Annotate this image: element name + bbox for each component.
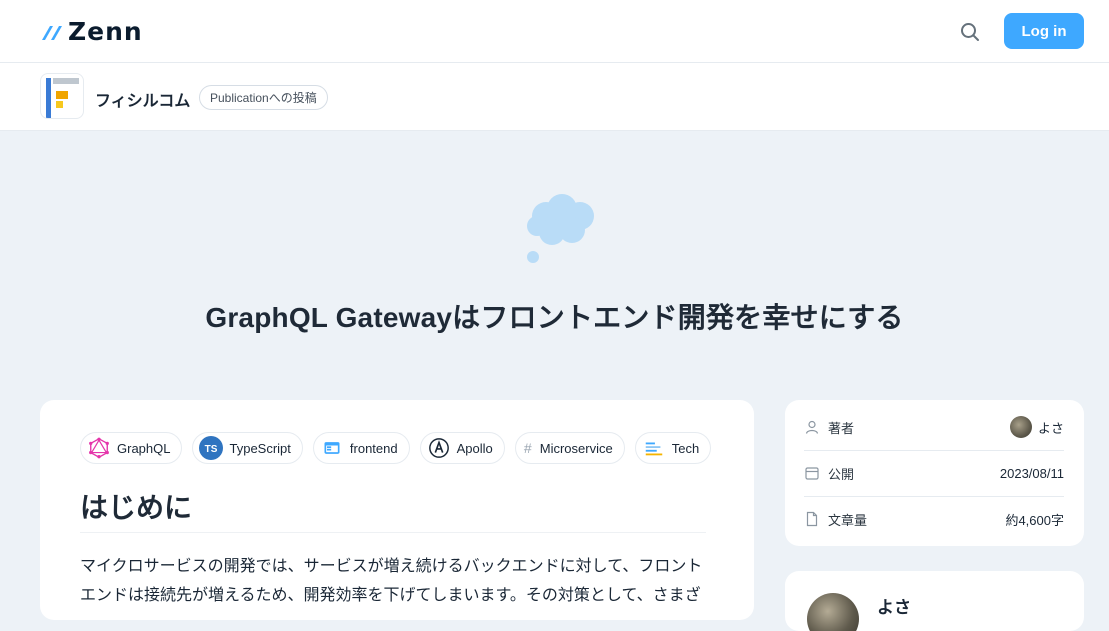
- frontend-icon: [320, 436, 344, 460]
- author-name: よさ: [1037, 420, 1064, 436]
- author-avatar: [1009, 416, 1032, 438]
- publication-badge: Publicationへの投稿: [199, 85, 328, 110]
- topic-microservice[interactable]: # Microservice: [514, 432, 625, 464]
- info-label-published: 公開: [804, 464, 854, 483]
- topic-label: Tech: [671, 440, 700, 456]
- info-row-author: 著者 よさ: [804, 404, 1064, 450]
- published-label: 公開: [828, 466, 855, 482]
- topic-list: GraphQL TS TypeScript frontend Apollo # …: [80, 432, 712, 464]
- topic-apollo[interactable]: Apollo: [419, 432, 505, 464]
- topic-graphql[interactable]: GraphQL: [80, 432, 183, 464]
- topic-label: Apollo: [456, 440, 493, 456]
- typescript-icon: TS: [199, 436, 224, 460]
- topic-label: GraphQL: [117, 440, 171, 456]
- info-label-length: 文章量: [804, 510, 867, 529]
- article-body-card: GraphQL TS TypeScript frontend Apollo # …: [40, 400, 754, 620]
- section-heading: はじめに: [80, 492, 193, 523]
- topic-frontend[interactable]: frontend: [312, 432, 410, 464]
- publication-logo-icon: [46, 78, 79, 118]
- author-card: よさ: [785, 571, 1084, 631]
- topic-label: Microservice: [539, 440, 613, 456]
- publication-name[interactable]: フィシルコム: [95, 87, 190, 111]
- info-row-length: 文章量 約4,600字: [804, 496, 1064, 542]
- apollo-icon: [427, 436, 451, 460]
- length-label: 文章量: [828, 512, 868, 528]
- published-value: 2023/08/11: [999, 465, 1064, 481]
- zenn-logo[interactable]: Zenn: [40, 19, 143, 45]
- calendar-icon: [805, 467, 819, 480]
- search-icon: [961, 23, 979, 41]
- article-title: GraphQL Gatewayはフロントエンド開発を幸せにする: [205, 302, 904, 333]
- document-icon: [806, 511, 818, 527]
- author-label: 著者: [828, 420, 855, 436]
- login-button[interactable]: Log in: [1004, 13, 1084, 49]
- topic-label: frontend: [349, 440, 398, 456]
- zenn-logo-icon: [42, 26, 62, 40]
- tech-icon: [642, 436, 666, 460]
- article-info-card: 著者 よさ 公開 2023/08/11 文章量 約4,600字: [785, 400, 1084, 546]
- publication-logo[interactable]: [40, 73, 84, 119]
- site-header: Zenn Log in: [0, 0, 1109, 63]
- hash-icon: #: [523, 440, 532, 456]
- thought-balloon-icon: [527, 194, 594, 263]
- topic-label: TypeScript: [229, 440, 291, 456]
- topic-tech[interactable]: Tech: [634, 432, 712, 464]
- person-icon: [805, 420, 819, 434]
- svg-text:TS: TS: [205, 444, 218, 455]
- zenn-logo-text: Zenn: [68, 17, 143, 46]
- section-divider: [80, 532, 706, 533]
- graphql-icon: [87, 436, 111, 460]
- info-label-author: 著者: [804, 418, 854, 437]
- publication-bar: フィシルコム Publicationへの投稿: [0, 63, 1109, 131]
- search-button[interactable]: [958, 20, 982, 44]
- topic-typescript[interactable]: TS TypeScript: [192, 432, 303, 464]
- author-card-avatar[interactable]: [807, 593, 859, 631]
- author-value[interactable]: よさ: [1009, 416, 1064, 438]
- article-paragraph: マイクロサービスの開発では、サービスが増え続けるバックエンドに対して、フロントエ…: [80, 558, 703, 604]
- author-card-name[interactable]: よさ: [877, 593, 911, 618]
- info-row-published: 公開 2023/08/11: [804, 450, 1064, 496]
- length-value: 約4,600字: [1005, 512, 1064, 528]
